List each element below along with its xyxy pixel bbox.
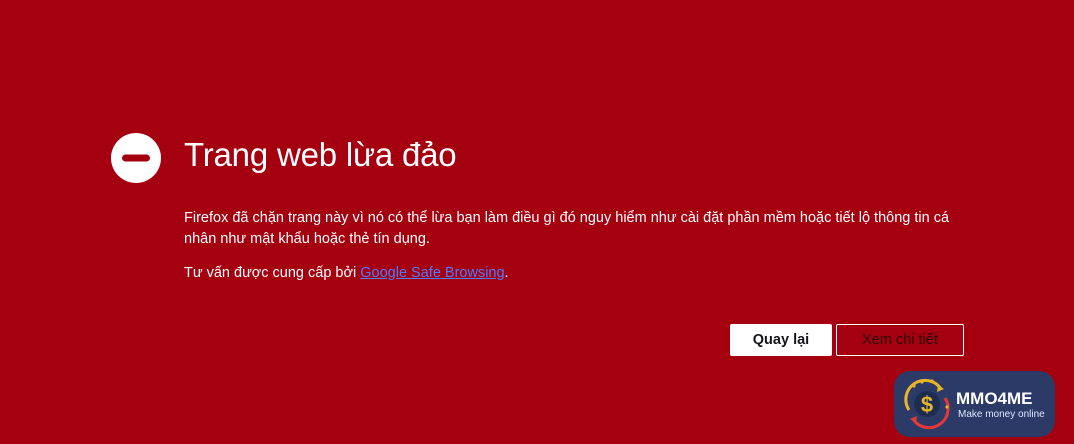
- advisory-prefix: Tư vấn được cung cấp bởi: [184, 265, 361, 281]
- page-title: Trang web lừa đảo: [184, 136, 457, 173]
- safe-browsing-link[interactable]: Google Safe Browsing: [360, 265, 504, 281]
- warning-description: Firefox đã chặn trang này vì nó có thể l…: [184, 210, 950, 247]
- advisory-text: Tư vấn được cung cấp bởi Google Safe Bro…: [184, 263, 509, 284]
- go-back-button[interactable]: Quay lại: [730, 324, 832, 356]
- phishing-warning-page: Trang web lừa đảo Firefox đã chặn trang …: [0, 0, 1074, 444]
- see-details-button[interactable]: Xem chi tiết: [836, 324, 964, 356]
- dollar-coin-icon: $: [904, 378, 950, 430]
- blocked-icon: [111, 133, 161, 183]
- watermark-logo: $ MMO4ME Make money online: [894, 371, 1055, 437]
- watermark-name: MMO4ME: [956, 389, 1033, 408]
- watermark-tagline: Make money online: [958, 409, 1045, 420]
- svg-text:$: $: [921, 392, 933, 417]
- advisory-suffix: .: [504, 265, 509, 281]
